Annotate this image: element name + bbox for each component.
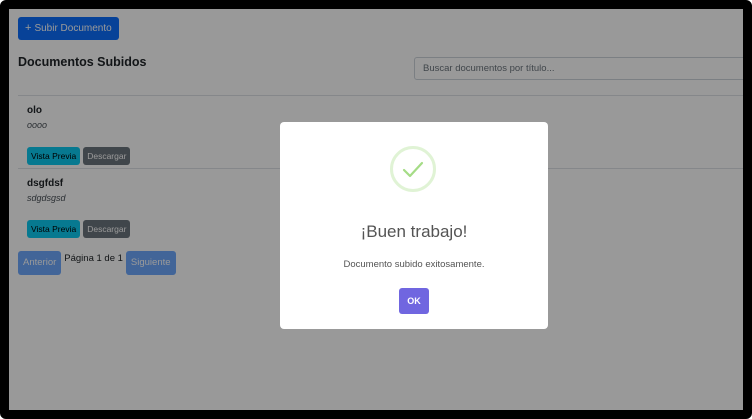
ok-button[interactable]: OK — [399, 288, 429, 314]
screen-frame: +Subir Documento Documentos Subidos olo … — [0, 0, 752, 419]
dialog-message: Documento subido exitosamente. — [343, 259, 485, 270]
success-check-icon — [390, 146, 436, 192]
dialog-title: ¡Buen trabajo! — [360, 222, 468, 241]
success-dialog: ¡Buen trabajo! Documento subido exitosam… — [280, 122, 548, 329]
